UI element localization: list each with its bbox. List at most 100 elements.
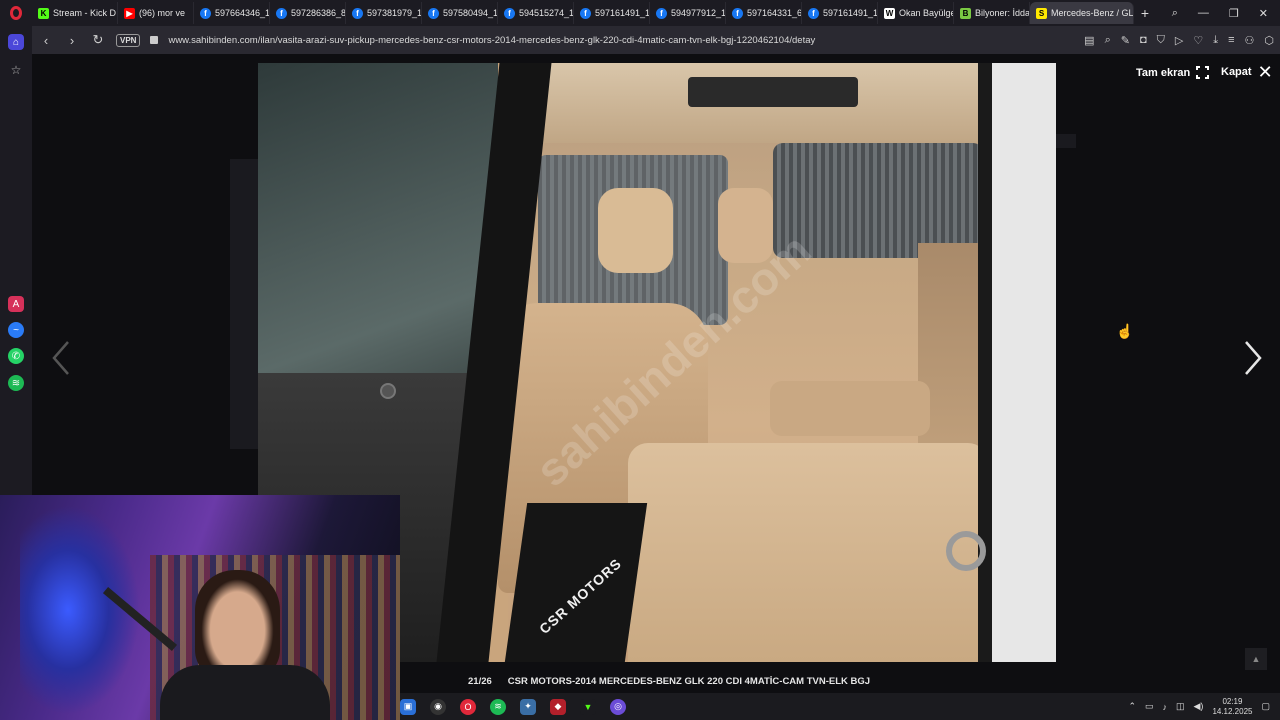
shield-icon[interactable]: ⛉ <box>1157 34 1165 47</box>
whatsapp-icon[interactable]: ✆ <box>8 348 24 364</box>
clock-time: 02:19 <box>1222 696 1243 706</box>
url-field[interactable]: www.sahibinden.com/ilan/vasita-arazi-suv… <box>168 35 1074 46</box>
bilyoner-icon: B <box>960 7 971 19</box>
camera-icon[interactable]: ◘ <box>1140 34 1147 47</box>
photo-door-lock <box>380 383 396 399</box>
minimize-icon[interactable]: — <box>1198 7 1209 19</box>
facebook-icon: f <box>352 7 363 19</box>
search-icon[interactable]: ⌕ <box>1172 7 1178 20</box>
streamer-face <box>195 570 280 680</box>
tab-kick[interactable]: K Stream - Kick D <box>32 2 118 24</box>
photo-armrest <box>770 381 930 436</box>
reader-icon[interactable]: ▤ <box>1084 34 1094 47</box>
fullscreen-button[interactable]: Tam ekran <box>1136 65 1212 81</box>
reload-icon[interactable]: ↻ <box>90 32 106 48</box>
tab-wikipedia[interactable]: W Okan Bayülgen <box>878 2 954 24</box>
heart-icon[interactable]: ♡ <box>1193 34 1203 47</box>
vpn-badge[interactable]: VPN <box>116 33 141 47</box>
facebook-icon: f <box>504 7 515 19</box>
tab-facebook-4[interactable]: f 597580494_163 <box>422 2 498 24</box>
close-icon[interactable]: ✕ <box>1259 7 1268 20</box>
aria-icon[interactable]: A <box>8 296 24 312</box>
streamer-body <box>160 665 330 720</box>
fullscreen-label: Tam ekran <box>1136 66 1191 79</box>
home-icon[interactable]: ⌂ <box>8 34 24 50</box>
close-icon: ✕ <box>1257 62 1273 82</box>
volume-icon[interactable]: ◀) <box>1194 701 1204 712</box>
menu-icon[interactable]: ≡ <box>1228 34 1234 47</box>
tab-label: Bilyoner: İddaa <box>975 8 1030 18</box>
tab-label: 597161491_143 <box>595 8 650 18</box>
download-icon[interactable]: ⤓ <box>1213 34 1218 47</box>
tab-youtube[interactable]: ▶ (96) mor ve <box>118 2 194 24</box>
photo-headrest <box>598 188 673 273</box>
facebook-icon: f <box>656 7 667 19</box>
restore-icon[interactable]: ❐ <box>1229 7 1239 20</box>
store-icon[interactable]: ▣ <box>400 698 416 715</box>
obs-icon[interactable]: ◉ <box>430 698 446 715</box>
battery-icon[interactable]: ▭ <box>1145 701 1154 712</box>
mic-icon[interactable]: ♪ <box>1163 702 1168 712</box>
opera-icon[interactable]: O <box>460 698 476 715</box>
address-bar-actions: ▤ ⌕ ✎ ◘ ⛉ ▷ ♡ ⤓ ≡ ⚇ ⬡ <box>1084 34 1274 47</box>
scroll-top-button[interactable]: ▲ <box>1245 648 1267 670</box>
tab-label: Okan Bayülgen <box>899 8 953 18</box>
spotify-icon[interactable]: ≋ <box>8 375 24 391</box>
tab-bilyoner[interactable]: B Bilyoner: İddaa <box>954 2 1030 24</box>
tab-facebook-5[interactable]: f 594515274_187 <box>498 2 574 24</box>
kick-icon[interactable]: ▼ <box>580 698 596 715</box>
tab-facebook-3[interactable]: f 597381979_119 <box>346 2 422 24</box>
spotify-icon[interactable]: ≋ <box>490 698 506 715</box>
new-tab-button[interactable]: + <box>1134 5 1156 21</box>
zoom-icon[interactable]: ⌕ <box>1105 34 1111 47</box>
facebook-icon: f <box>200 7 211 19</box>
tab-label: 597580494_163 <box>443 8 498 18</box>
photo-caption: 21/26 CSR MOTORS-2014 MERCEDES-BENZ GLK … <box>400 670 1056 692</box>
app-icon[interactable]: ◆ <box>550 698 566 715</box>
system-tray: ⌃ ▭ ♪ ◫ ◀) 02:19 14.12.2025 ▢ <box>1128 697 1280 717</box>
facebook-icon: f <box>428 7 439 19</box>
close-button[interactable]: Kapat ✕ <box>1221 62 1273 82</box>
extensions-icon[interactable]: ⬡ <box>1264 34 1274 47</box>
page-content-ghost <box>230 159 260 449</box>
taskbar-apps: ▣ ◉ O ≋ ✦ ◆ ▼ ◎ <box>400 698 626 715</box>
chevron-up-icon[interactable]: ⌃ <box>1128 701 1136 712</box>
close-label: Kapat <box>1221 66 1252 78</box>
network-icon[interactable]: ◫ <box>1176 701 1185 712</box>
app-icon[interactable]: ✦ <box>520 698 536 715</box>
photo-title: CSR MOTORS-2014 MERCEDES-BENZ GLK 220 CD… <box>507 675 871 687</box>
messenger-icon[interactable]: ~ <box>8 322 24 338</box>
tab-label: 597664346_138 <box>215 8 270 18</box>
previous-photo-arrow-icon[interactable] <box>50 340 72 376</box>
back-icon[interactable]: ‹ <box>38 33 54 48</box>
opera-logo-icon[interactable] <box>0 0 32 26</box>
notification-icon[interactable]: ▢ <box>1261 701 1270 712</box>
webcam-overlay <box>0 495 400 720</box>
address-bar: ‹ › ↻ VPN www.sahibinden.com/ilan/vasita… <box>32 26 1280 54</box>
profile-icon[interactable]: ⚇ <box>1245 34 1255 47</box>
tab-label: 594977912_137 <box>671 8 726 18</box>
forward-icon[interactable]: › <box>64 33 80 48</box>
photo-counter: 21/26 <box>468 675 492 687</box>
photo-sunroof <box>688 77 858 107</box>
tab-sahibinden[interactable]: S Mercedes-Benz / GLK / 2 <box>1030 2 1134 24</box>
edit-icon[interactable]: ✎ <box>1121 34 1130 47</box>
tab-facebook-8[interactable]: f 597164331_663 <box>726 2 802 24</box>
next-photo-arrow-icon[interactable] <box>1242 340 1264 376</box>
star-icon[interactable]: ☆ <box>8 62 24 78</box>
app-icon[interactable]: ◎ <box>610 698 626 715</box>
tab-facebook-2[interactable]: f 597286386_852 <box>270 2 346 24</box>
tab-label: 597161491_143 <box>823 8 878 18</box>
clock[interactable]: 02:19 14.12.2025 <box>1212 697 1252 717</box>
tab-label: 597164331_663 <box>747 8 802 18</box>
tab-facebook-1[interactable]: f 597664346_138 <box>194 2 270 24</box>
lock-icon[interactable] <box>150 36 159 44</box>
play-icon[interactable]: ▷ <box>1175 34 1183 47</box>
tab-facebook-7[interactable]: f 594977912_137 <box>650 2 726 24</box>
webcam-light <box>20 505 140 715</box>
tab-facebook-6[interactable]: f 597161491_143 <box>574 2 650 24</box>
facebook-icon: f <box>808 7 819 19</box>
tab-facebook-9[interactable]: f 597161491_143 <box>802 2 878 24</box>
facebook-icon: f <box>276 7 287 19</box>
photo-door-latch <box>946 531 986 571</box>
